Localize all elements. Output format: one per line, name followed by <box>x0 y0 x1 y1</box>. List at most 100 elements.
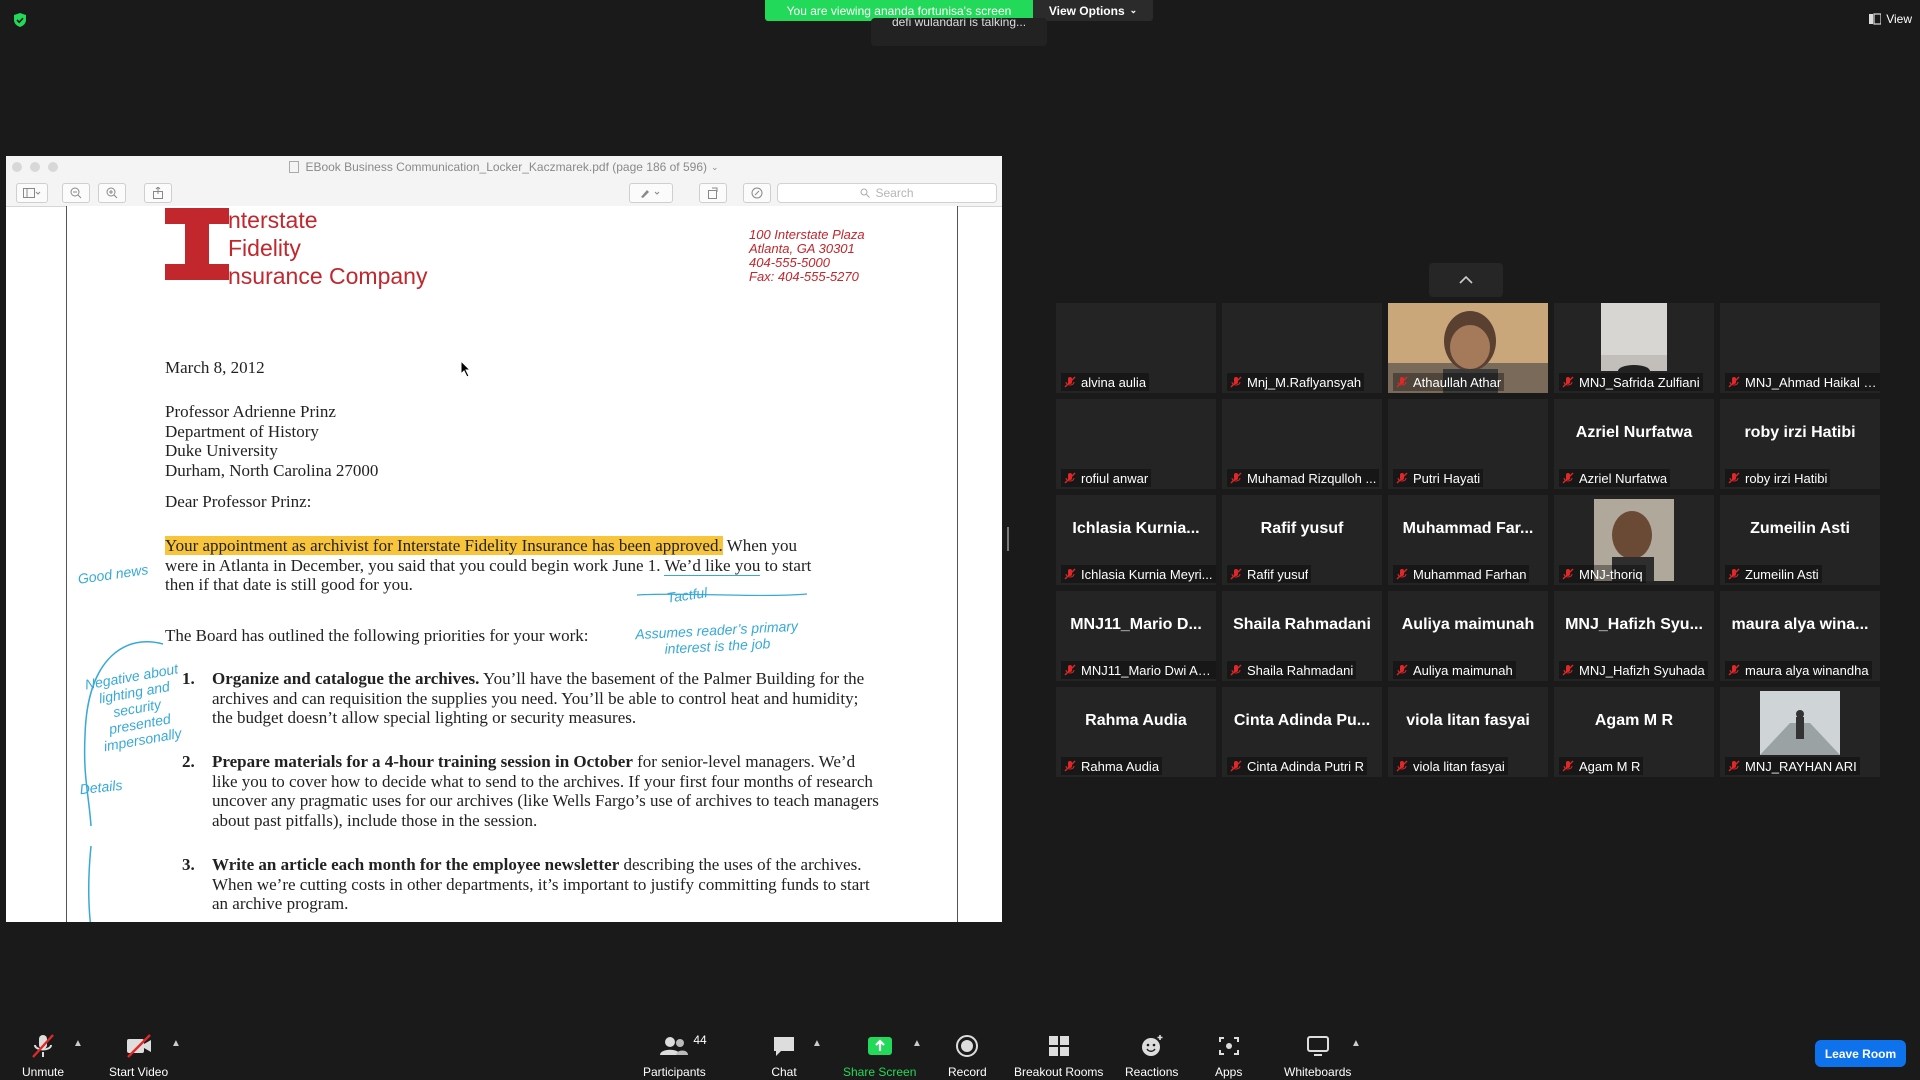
mouse-cursor-icon <box>460 360 472 378</box>
participant-tile[interactable]: Putri Hayati <box>1388 399 1548 489</box>
whiteboard-options-chevron-icon[interactable]: ▲ <box>1351 1038 1361 1049</box>
participant-tile[interactable]: alvina aulia <box>1056 303 1216 393</box>
participant-name-label: Agam M R <box>1559 757 1644 775</box>
video-options-chevron-icon[interactable]: ▲ <box>171 1038 181 1049</box>
chat-options-chevron-icon[interactable]: ▲ <box>812 1038 822 1049</box>
pen-icon <box>641 190 660 198</box>
participant-tile[interactable]: Zumeilin Asti Zumeilin Asti <box>1720 495 1880 585</box>
participant-tile[interactable]: roby irzi Hatibi roby irzi Hatibi <box>1720 399 1880 489</box>
share-options-chevron-icon[interactable]: ▲ <box>912 1038 922 1049</box>
address-line: 404-555-5000 <box>749 255 830 270</box>
close-window-icon[interactable] <box>12 162 22 172</box>
participant-name: Putri Hayati <box>1413 470 1481 486</box>
participant-tile[interactable]: Rahma Audia Rahma Audia <box>1056 687 1216 777</box>
participant-tile[interactable]: Mnj_M.Raflyansyah <box>1222 303 1382 393</box>
chat-button[interactable]: Chat <box>771 1033 797 1079</box>
rotate-button[interactable] <box>699 183 727 203</box>
participant-name: MNJ_Hafizh Syuhada <box>1579 662 1705 678</box>
pdf-page[interactable]: nterstate Fidelity nsurance Company 100 … <box>66 206 958 922</box>
participant-name-label: roby irzi Hatibi <box>1725 469 1831 487</box>
annotate-button[interactable] <box>743 183 771 203</box>
record-button[interactable]: Record <box>948 1033 987 1079</box>
whiteboards-button[interactable]: Whiteboards <box>1284 1033 1351 1079</box>
participant-tile[interactable]: MNJ-thoriq <box>1554 495 1714 585</box>
view-options-label: View Options <box>1048 3 1125 18</box>
reactions-button[interactable]: Reactions <box>1125 1033 1178 1079</box>
zoom-window-icon[interactable] <box>48 162 58 172</box>
participant-name: viola litan fasyai <box>1413 758 1505 774</box>
salutation: Dear Professor Prinz: <box>165 492 312 511</box>
participant-tile[interactable]: Ichlasia Kurnia... Ichlasia Kurnia Meyri.… <box>1056 495 1216 585</box>
para1-rest: When you <box>722 536 798 555</box>
participant-tile[interactable]: Shaila Rahmadani Shaila Rahmadani <box>1222 591 1382 681</box>
muted-mic-icon <box>1396 472 1408 484</box>
view-options-button[interactable]: View Options ⌄ <box>1033 0 1153 21</box>
unmute-button[interactable]: Unmute <box>22 1033 64 1079</box>
leave-room-button[interactable]: Leave Room <box>1815 1040 1906 1067</box>
participant-tile[interactable]: Muhammad Far... Muhammad Farhan <box>1388 495 1548 585</box>
security-shield-icon[interactable] <box>12 12 28 28</box>
pdf-search-input[interactable]: Search <box>777 183 997 203</box>
participant-tile[interactable]: Athaullah Athar <box>1388 303 1548 393</box>
view-button-label: View <box>1886 12 1912 26</box>
share-icon <box>153 187 163 199</box>
muted-mic-icon <box>1728 568 1740 580</box>
participant-name: MNJ-thoriq <box>1579 566 1643 582</box>
minimize-window-icon[interactable] <box>30 162 40 172</box>
participant-tile[interactable]: MNJ_Safrida Zulfiani <box>1554 303 1714 393</box>
video-off-icon <box>126 1034 151 1058</box>
markup-button[interactable] <box>629 183 673 203</box>
annotation-bracket-icon <box>83 641 164 922</box>
start-video-button[interactable]: Start Video <box>109 1033 168 1079</box>
participant-tile[interactable]: Cinta Adinda Pu... Cinta Adinda Putri R <box>1222 687 1382 777</box>
participant-tile[interactable]: Muhamad Rizqulloh ... <box>1222 399 1382 489</box>
participant-tile[interactable]: MNJ11_Mario D... MNJ11_Mario Dwi An... <box>1056 591 1216 681</box>
share-screen-button[interactable]: Share Screen <box>843 1033 916 1079</box>
view-button[interactable]: View <box>1869 12 1912 26</box>
gallery-scroll-up-button[interactable] <box>1429 263 1503 297</box>
participant-tile[interactable]: rofiul anwar <box>1056 399 1216 489</box>
participant-display-name: maura alya wina... <box>1731 616 1869 633</box>
title-chevron-icon[interactable]: ⌄ <box>711 162 719 173</box>
participant-tile[interactable]: MNJ_Ahmad Haikal Fi... <box>1720 303 1880 393</box>
sidebar-toggle-button[interactable] <box>16 183 48 203</box>
recipient-line: Durham, North Carolina 27000 <box>165 460 379 480</box>
participant-name: rofiul anwar <box>1081 470 1149 486</box>
audio-options-chevron-icon[interactable]: ▲ <box>73 1038 83 1049</box>
participant-name-label: Cinta Adinda Putri R <box>1227 757 1368 775</box>
muted-mic-icon <box>1064 472 1076 484</box>
participant-tile[interactable]: Agam M R Agam M R <box>1554 687 1714 777</box>
apps-button[interactable]: Apps <box>1215 1033 1242 1079</box>
zoom-in-button[interactable] <box>98 183 126 203</box>
search-placeholder: Search <box>875 186 914 200</box>
participant-tile[interactable]: Azriel Nurfatwa Azriel Nurfatwa <box>1554 399 1714 489</box>
participant-name: Rafif yusuf <box>1247 566 1309 582</box>
logo-line-3: nsurance Company <box>228 263 428 289</box>
zoom-out-button[interactable] <box>62 183 90 203</box>
participant-name-label: MNJ_Safrida Zulfiani <box>1559 373 1703 391</box>
participant-tile[interactable]: maura alya wina... maura alya winandha <box>1720 591 1880 681</box>
participant-display-name: Rahma Audia <box>1085 712 1187 729</box>
participant-tile[interactable]: Auliya maimunah Auliya maimunah <box>1388 591 1548 681</box>
muted-mic-icon <box>1728 664 1740 676</box>
participants-button[interactable]: 44 Participants <box>643 1033 707 1079</box>
participant-name-label: Muhamad Rizqulloh ... <box>1227 469 1380 487</box>
share-pdf-button[interactable] <box>144 183 172 203</box>
participant-name-label: Rahma Audia <box>1061 757 1163 775</box>
participant-tile[interactable]: MNJ_Hafizh Syu... MNJ_Hafizh Syuhada <box>1554 591 1714 681</box>
zoom-in-icon <box>106 187 118 199</box>
participant-tile[interactable]: MNJ_RAYHAN ARI <box>1720 687 1880 777</box>
participant-name-label: Shaila Rahmadani <box>1227 661 1357 679</box>
participant-name: Athaullah Athar <box>1413 374 1502 390</box>
logo-line-2: Fidelity <box>228 235 301 261</box>
participant-tile[interactable]: Rafif yusuf Rafif yusuf <box>1222 495 1382 585</box>
split-view-divider[interactable] <box>1007 527 1009 551</box>
address-line: Fax: 404-555-5270 <box>749 269 859 284</box>
participant-name-label: MNJ_Ahmad Haikal Fi... <box>1725 373 1880 391</box>
company-address: 100 Interstate Plaza Atlanta, GA 30301 4… <box>749 228 865 284</box>
breakout-rooms-button[interactable]: Breakout Rooms <box>1014 1033 1103 1079</box>
participant-tile[interactable]: viola litan fasyai viola litan fasyai <box>1388 687 1548 777</box>
muted-mic-icon <box>1064 376 1076 388</box>
muted-mic-icon <box>1562 568 1574 580</box>
participant-name: roby irzi Hatibi <box>1745 470 1828 486</box>
